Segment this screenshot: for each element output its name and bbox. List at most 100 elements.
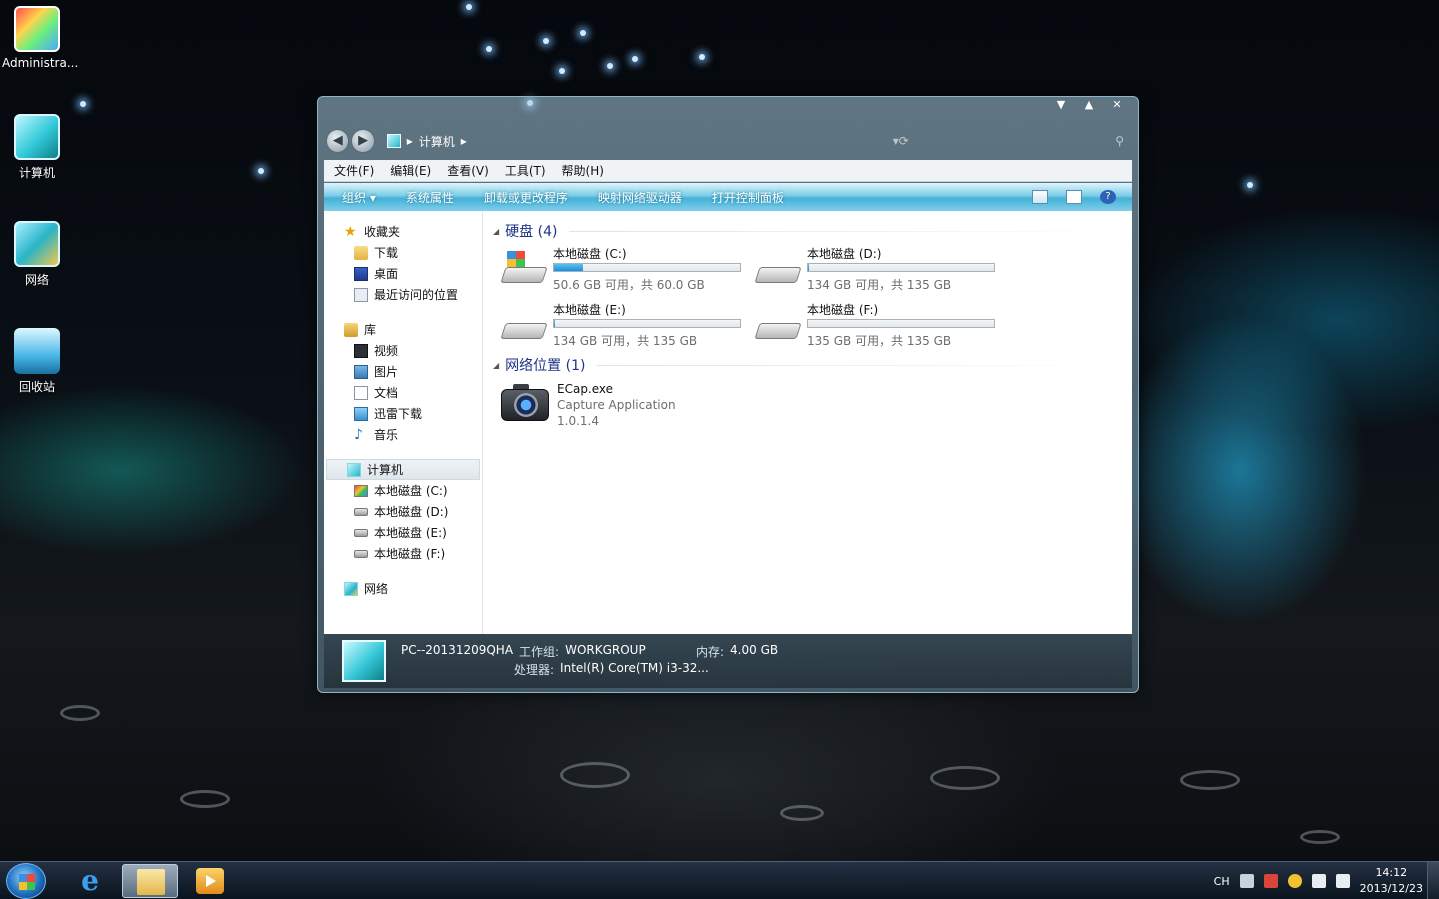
network-status-icon[interactable]: [1311, 874, 1326, 888]
volume-icon[interactable]: [1335, 874, 1350, 888]
section-title: 网络位置 (1): [505, 358, 586, 374]
system-drive-icon: [354, 484, 368, 497]
system-properties-button[interactable]: 系统属性: [406, 189, 454, 206]
drive-item-c[interactable]: 本地磁盘 (C:) 50.6 GB 可用，共 60.0 GB: [500, 245, 755, 293]
network-item-ecap[interactable]: ECap.exe Capture Application 1.0.1.4: [493, 381, 1132, 429]
nav-network[interactable]: 网络: [324, 578, 482, 599]
downloads-folder-icon: [354, 245, 368, 260]
nav-drive-c[interactable]: 本地磁盘 (C:): [324, 480, 482, 501]
taskbar-app-ie[interactable]: e: [62, 864, 118, 898]
taskbar-app-explorer[interactable]: [122, 864, 178, 898]
nav-label: 本地磁盘 (E:): [374, 526, 447, 540]
explorer-window: ▼ ▲ ✕ ◀ ▶ ▸ 计算机 ▸ ▾ ⟳ ⚲ 文件(F) 编辑(E) 查看(V…: [317, 96, 1139, 693]
map-network-drive-button[interactable]: 映射网络驱动器: [598, 189, 682, 206]
network-item-description: Capture Application: [557, 398, 676, 412]
taskbar: e CH 14:12 2013/12/23: [0, 861, 1439, 899]
desktop-icon-computer[interactable]: 计算机: [2, 114, 72, 181]
breadcrumb-computer[interactable]: 计算机: [419, 133, 455, 150]
start-button[interactable]: [6, 863, 46, 899]
desktop-icon-label: Administra...: [2, 56, 79, 70]
collapse-arrow-icon[interactable]: ◢: [493, 227, 499, 236]
system-tray: CH 14:12 2013/12/23: [1214, 862, 1423, 899]
nav-downloads[interactable]: 下载: [324, 242, 482, 263]
desktop-icon-network[interactable]: 网络: [2, 221, 72, 288]
nav-desktop[interactable]: 桌面: [324, 263, 482, 284]
section-header-hard-disks[interactable]: ◢ 硬盘 (4): [493, 221, 1132, 241]
nav-label: 计算机: [367, 463, 404, 477]
nav-drive-d[interactable]: 本地磁盘 (D:): [324, 501, 482, 522]
nav-pictures[interactable]: 图片: [324, 361, 482, 382]
view-controls: ?: [1032, 190, 1132, 204]
nav-recent-places[interactable]: 最近访问的位置: [324, 284, 482, 305]
security-tray-icon[interactable]: [1287, 874, 1302, 888]
change-view-icon[interactable]: [1032, 190, 1048, 204]
search-icon: ⚲: [1115, 134, 1124, 148]
nav-drive-f[interactable]: 本地磁盘 (F:): [324, 543, 482, 564]
nav-documents[interactable]: 文档: [324, 382, 482, 403]
close-button[interactable]: ✕: [1106, 97, 1128, 113]
xunlei-download-icon: [354, 406, 368, 421]
network-icon: [344, 581, 358, 596]
desktop-icon-recycle-bin[interactable]: 回收站: [2, 328, 72, 395]
menu-help[interactable]: 帮助(H): [562, 162, 604, 179]
address-bar[interactable]: ▸ 计算机 ▸: [386, 130, 887, 152]
keyboard-icon[interactable]: [1239, 874, 1254, 888]
chevron-right-icon[interactable]: ▸: [461, 134, 467, 148]
back-button[interactable]: ◀: [326, 129, 350, 153]
section-header-network-locations[interactable]: ◢ 网络位置 (1): [493, 355, 1132, 375]
search-input[interactable]: ▾ ⟳ ⚲: [887, 130, 1130, 152]
user-folder-icon: [14, 6, 60, 52]
desktop-icon-administrator[interactable]: Administra...: [2, 6, 78, 70]
open-control-panel-button[interactable]: 打开控制面板: [712, 189, 784, 206]
window-controls: ▼ ▲ ✕: [1050, 97, 1128, 113]
app-tray-icon[interactable]: [1263, 874, 1278, 888]
nav-libraries[interactable]: 库: [324, 319, 482, 340]
drive-item-f[interactable]: 本地磁盘 (F:) 135 GB 可用，共 135 GB: [754, 301, 1009, 349]
language-indicator[interactable]: CH: [1214, 875, 1230, 888]
star-icon: ★: [344, 223, 357, 240]
clock-time: 14:12: [1375, 866, 1408, 879]
refresh-icon[interactable]: ⟳: [899, 134, 909, 148]
nav-label: 图片: [374, 365, 399, 379]
preview-pane-icon[interactable]: [1066, 190, 1082, 204]
video-icon: [354, 343, 368, 358]
recent-places-icon: [354, 287, 368, 302]
hard-drive-icon: [354, 507, 368, 516]
collapse-arrow-icon[interactable]: ◢: [493, 361, 499, 370]
taskbar-app-media-player[interactable]: [182, 864, 238, 898]
drive-item-e[interactable]: 本地磁盘 (E:) 134 GB 可用，共 135 GB: [500, 301, 755, 349]
minimize-button[interactable]: ▼: [1050, 97, 1072, 113]
nav-label: 最近访问的位置: [374, 288, 459, 302]
menu-tools[interactable]: 工具(T): [505, 162, 546, 179]
computer-icon: [342, 640, 386, 682]
computer-icon: [347, 462, 361, 477]
uninstall-program-button[interactable]: 卸载或更改程序: [484, 189, 568, 206]
network-item-version: 1.0.1.4: [557, 414, 599, 428]
computer-icon: [386, 134, 401, 148]
forward-button[interactable]: ▶: [351, 129, 375, 153]
nav-drive-e[interactable]: 本地磁盘 (E:): [324, 522, 482, 543]
show-desktop-button[interactable]: [1427, 862, 1439, 899]
menu-view[interactable]: 查看(V): [447, 162, 489, 179]
maximize-button[interactable]: ▲: [1078, 97, 1100, 113]
nav-xunlei-downloads[interactable]: 迅雷下载: [324, 403, 482, 424]
drive-usage-bar: [807, 263, 995, 272]
chevron-right-icon: ▸: [406, 134, 413, 148]
pc-name: PC--20131209QHA: [401, 643, 514, 657]
section-divider: [569, 230, 1126, 232]
nav-computer[interactable]: 计算机: [326, 459, 480, 480]
menu-edit[interactable]: 编辑(E): [390, 162, 431, 179]
help-icon[interactable]: ?: [1100, 190, 1116, 204]
drive-usage-bar: [807, 319, 995, 328]
hard-drive-icon: [354, 528, 368, 537]
menu-bar: 文件(F) 编辑(E) 查看(V) 工具(T) 帮助(H): [324, 160, 1132, 182]
clock[interactable]: 14:12 2013/12/23: [1360, 865, 1423, 897]
menu-file[interactable]: 文件(F): [334, 162, 374, 179]
drive-item-d[interactable]: 本地磁盘 (D:) 134 GB 可用，共 135 GB: [754, 245, 1009, 293]
organize-button[interactable]: 组织 ▾: [342, 189, 376, 206]
nav-music[interactable]: ♪ 音乐: [324, 424, 482, 445]
nav-favorites[interactable]: ★ 收藏夹: [324, 221, 482, 242]
nav-videos[interactable]: 视频: [324, 340, 482, 361]
desktop-icon-label: 回收站: [18, 380, 55, 394]
nav-label: 音乐: [374, 428, 399, 442]
